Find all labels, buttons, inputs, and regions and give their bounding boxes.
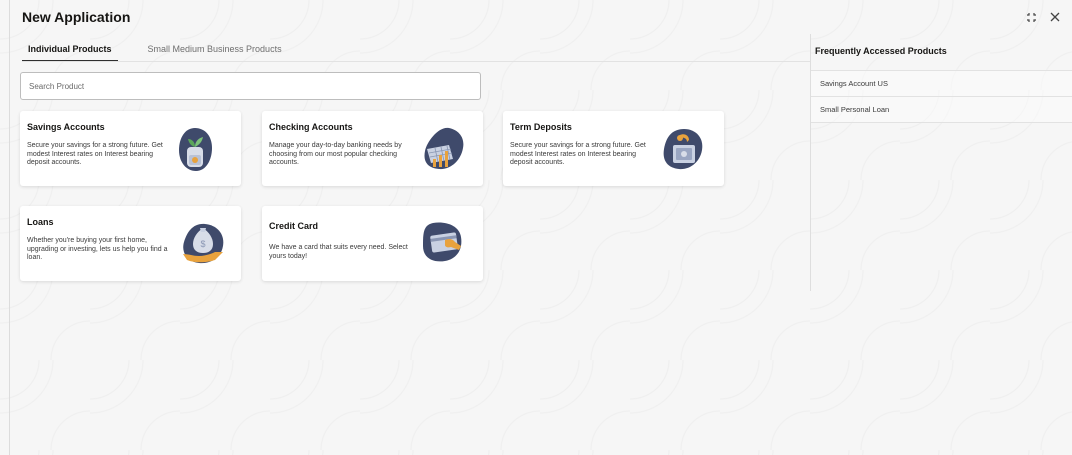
product-card-title: Checking Accounts [269,122,353,132]
title-bar: New Application [10,0,1072,34]
product-card-title: Loans [27,217,54,227]
window-controls [1024,10,1062,24]
product-card-description: Manage your day-to-day banking needs by … [269,142,402,166]
tab-individual-products[interactable]: Individual Products [22,40,118,62]
left-border [9,0,10,455]
product-card-credit-card[interactable]: Credit Card We have a card that suits ev… [262,206,483,281]
frequently-accessed-item[interactable]: Small Personal Loan [811,97,1072,123]
svg-text:$: $ [200,239,205,249]
product-card-description: Secure your savings for a strong future.… [27,142,163,166]
money-bag-hand-icon: $ [183,223,224,264]
product-tabs: Individual Products Small Medium Busines… [22,40,288,62]
product-card-term-deposits[interactable]: Term Deposits Secure your savings for a … [503,111,724,186]
product-card-title: Term Deposits [510,122,572,132]
tab-divider [22,61,810,62]
frequently-accessed-item[interactable]: Savings Account US [811,71,1072,97]
page-title: New Application [22,9,131,25]
product-card-description: Secure your savings for a strong future.… [510,142,646,166]
savings-jar-icon [179,128,212,171]
expand-icon[interactable] [1024,10,1038,24]
credit-card-icon [423,222,462,262]
safe-deposit-icon [663,129,703,170]
close-icon[interactable] [1048,10,1062,24]
product-card-description: We have a card that suits every need. Se… [269,244,408,260]
search-input[interactable] [20,72,481,100]
frequently-accessed-panel: Frequently Accessed Products Savings Acc… [810,34,1072,291]
frequently-accessed-title: Frequently Accessed Products [815,46,947,56]
calendar-chart-icon [424,127,464,170]
product-card-checking-accounts[interactable]: Checking Accounts Manage your day-to-day… [262,111,483,186]
product-card-description: Whether you're buying your first home, u… [27,237,168,261]
product-card-title: Savings Accounts [27,122,105,132]
product-card-savings-accounts[interactable]: Savings Accounts Secure your savings for… [20,111,241,186]
product-card-title: Credit Card [269,221,319,231]
tab-small-medium-business-products[interactable]: Small Medium Business Products [142,40,288,62]
product-card-loans[interactable]: Loans Whether you're buying your first h… [20,206,241,281]
